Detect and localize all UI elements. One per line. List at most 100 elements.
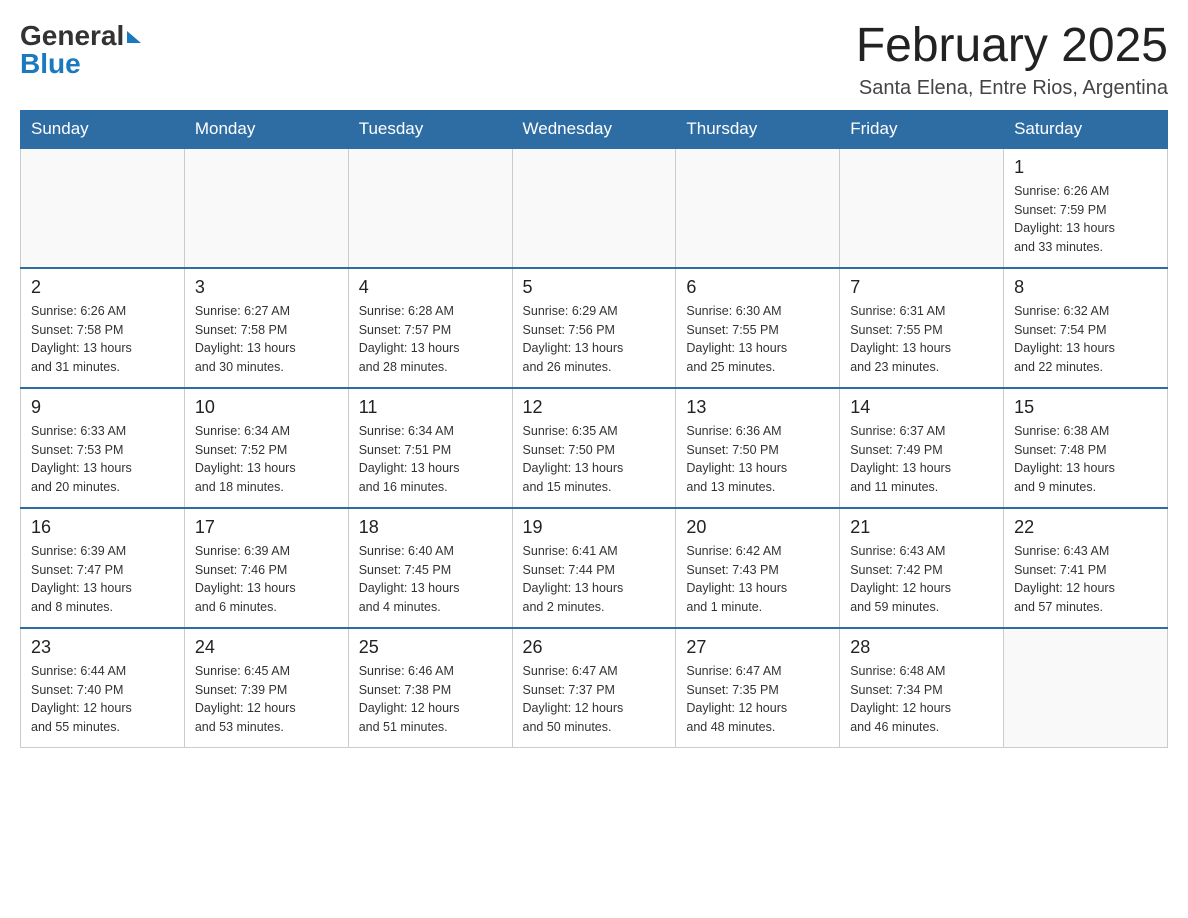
day-number: 20 xyxy=(686,517,829,538)
day-number: 28 xyxy=(850,637,993,658)
day-info: Sunrise: 6:34 AM Sunset: 7:52 PM Dayligh… xyxy=(195,422,338,497)
week-row-3: 9 Sunrise: 6:33 AM Sunset: 7:53 PM Daylig… xyxy=(21,388,1168,508)
day-info: Sunrise: 6:48 AM Sunset: 7:34 PM Dayligh… xyxy=(850,662,993,737)
calendar-cell: 9 Sunrise: 6:33 AM Sunset: 7:53 PM Daylig… xyxy=(21,388,185,508)
calendar-cell xyxy=(512,148,676,268)
calendar-cell: 23 Sunrise: 6:44 AM Sunset: 7:40 PM Dayli… xyxy=(21,628,185,748)
month-title: February 2025 xyxy=(856,20,1168,73)
day-number: 21 xyxy=(850,517,993,538)
day-info: Sunrise: 6:28 AM Sunset: 7:57 PM Dayligh… xyxy=(359,302,502,377)
page-header: General Blue February 2025 Santa Elena, … xyxy=(20,20,1168,100)
day-info: Sunrise: 6:40 AM Sunset: 7:45 PM Dayligh… xyxy=(359,542,502,617)
logo-arrow-icon xyxy=(127,31,141,43)
day-number: 6 xyxy=(686,277,829,298)
calendar-cell xyxy=(676,148,840,268)
day-number: 3 xyxy=(195,277,338,298)
day-number: 7 xyxy=(850,277,993,298)
day-info: Sunrise: 6:33 AM Sunset: 7:53 PM Dayligh… xyxy=(31,422,174,497)
day-info: Sunrise: 6:27 AM Sunset: 7:58 PM Dayligh… xyxy=(195,302,338,377)
week-row-4: 16 Sunrise: 6:39 AM Sunset: 7:47 PM Dayli… xyxy=(21,508,1168,628)
week-row-5: 23 Sunrise: 6:44 AM Sunset: 7:40 PM Dayli… xyxy=(21,628,1168,748)
day-info: Sunrise: 6:29 AM Sunset: 7:56 PM Dayligh… xyxy=(523,302,666,377)
day-number: 19 xyxy=(523,517,666,538)
day-number: 9 xyxy=(31,397,174,418)
calendar-cell xyxy=(184,148,348,268)
day-number: 4 xyxy=(359,277,502,298)
weekday-header-tuesday: Tuesday xyxy=(348,110,512,148)
calendar-cell: 10 Sunrise: 6:34 AM Sunset: 7:52 PM Dayli… xyxy=(184,388,348,508)
week-row-2: 2 Sunrise: 6:26 AM Sunset: 7:58 PM Daylig… xyxy=(21,268,1168,388)
location-title: Santa Elena, Entre Rios, Argentina xyxy=(856,77,1168,100)
weekday-header-row: SundayMondayTuesdayWednesdayThursdayFrid… xyxy=(21,110,1168,148)
calendar-cell: 12Sunrise: 6:35 AM Sunset: 7:50 PM Dayli… xyxy=(512,388,676,508)
day-number: 14 xyxy=(850,397,993,418)
day-info: Sunrise: 6:44 AM Sunset: 7:40 PM Dayligh… xyxy=(31,662,174,737)
title-section: February 2025 Santa Elena, Entre Rios, A… xyxy=(856,20,1168,100)
weekday-header-saturday: Saturday xyxy=(1004,110,1168,148)
day-info: Sunrise: 6:26 AM Sunset: 7:59 PM Dayligh… xyxy=(1014,182,1157,257)
day-info: Sunrise: 6:26 AM Sunset: 7:58 PM Dayligh… xyxy=(31,302,174,377)
weekday-header-monday: Monday xyxy=(184,110,348,148)
calendar-cell: 6 Sunrise: 6:30 AM Sunset: 7:55 PM Daylig… xyxy=(676,268,840,388)
calendar-cell: 18Sunrise: 6:40 AM Sunset: 7:45 PM Dayli… xyxy=(348,508,512,628)
calendar-cell: 19 Sunrise: 6:41 AM Sunset: 7:44 PM Dayli… xyxy=(512,508,676,628)
day-info: Sunrise: 6:42 AM Sunset: 7:43 PM Dayligh… xyxy=(686,542,829,617)
calendar-cell: 26Sunrise: 6:47 AM Sunset: 7:37 PM Dayli… xyxy=(512,628,676,748)
calendar-cell: 13Sunrise: 6:36 AM Sunset: 7:50 PM Dayli… xyxy=(676,388,840,508)
day-number: 10 xyxy=(195,397,338,418)
day-number: 5 xyxy=(523,277,666,298)
day-info: Sunrise: 6:47 AM Sunset: 7:35 PM Dayligh… xyxy=(686,662,829,737)
week-row-1: 1 Sunrise: 6:26 AM Sunset: 7:59 PM Daylig… xyxy=(21,148,1168,268)
calendar-cell xyxy=(1004,628,1168,748)
day-number: 8 xyxy=(1014,277,1157,298)
day-info: Sunrise: 6:39 AM Sunset: 7:47 PM Dayligh… xyxy=(31,542,174,617)
day-info: Sunrise: 6:43 AM Sunset: 7:41 PM Dayligh… xyxy=(1014,542,1157,617)
day-info: Sunrise: 6:38 AM Sunset: 7:48 PM Dayligh… xyxy=(1014,422,1157,497)
day-info: Sunrise: 6:45 AM Sunset: 7:39 PM Dayligh… xyxy=(195,662,338,737)
day-info: Sunrise: 6:41 AM Sunset: 7:44 PM Dayligh… xyxy=(523,542,666,617)
day-number: 25 xyxy=(359,637,502,658)
day-info: Sunrise: 6:32 AM Sunset: 7:54 PM Dayligh… xyxy=(1014,302,1157,377)
day-number: 24 xyxy=(195,637,338,658)
day-info: Sunrise: 6:46 AM Sunset: 7:38 PM Dayligh… xyxy=(359,662,502,737)
logo: General Blue xyxy=(20,20,141,80)
calendar-cell: 21 Sunrise: 6:43 AM Sunset: 7:42 PM Dayli… xyxy=(840,508,1004,628)
day-number: 1 xyxy=(1014,157,1157,178)
day-info: Sunrise: 6:31 AM Sunset: 7:55 PM Dayligh… xyxy=(850,302,993,377)
calendar-cell: 1 Sunrise: 6:26 AM Sunset: 7:59 PM Daylig… xyxy=(1004,148,1168,268)
calendar-cell: 8 Sunrise: 6:32 AM Sunset: 7:54 PM Daylig… xyxy=(1004,268,1168,388)
calendar-cell: 27 Sunrise: 6:47 AM Sunset: 7:35 PM Dayli… xyxy=(676,628,840,748)
calendar-cell: 4 Sunrise: 6:28 AM Sunset: 7:57 PM Daylig… xyxy=(348,268,512,388)
calendar-cell: 15 Sunrise: 6:38 AM Sunset: 7:48 PM Dayli… xyxy=(1004,388,1168,508)
day-number: 15 xyxy=(1014,397,1157,418)
day-info: Sunrise: 6:47 AM Sunset: 7:37 PM Dayligh… xyxy=(523,662,666,737)
calendar-cell: 3 Sunrise: 6:27 AM Sunset: 7:58 PM Daylig… xyxy=(184,268,348,388)
day-number: 22 xyxy=(1014,517,1157,538)
calendar-cell: 24 Sunrise: 6:45 AM Sunset: 7:39 PM Dayli… xyxy=(184,628,348,748)
day-number: 2 xyxy=(31,277,174,298)
weekday-header-wednesday: Wednesday xyxy=(512,110,676,148)
calendar-cell: 5 Sunrise: 6:29 AM Sunset: 7:56 PM Daylig… xyxy=(512,268,676,388)
day-info: Sunrise: 6:30 AM Sunset: 7:55 PM Dayligh… xyxy=(686,302,829,377)
calendar-table: SundayMondayTuesdayWednesdayThursdayFrid… xyxy=(20,110,1168,749)
weekday-header-sunday: Sunday xyxy=(21,110,185,148)
day-number: 11 xyxy=(359,397,502,418)
day-info: Sunrise: 6:37 AM Sunset: 7:49 PM Dayligh… xyxy=(850,422,993,497)
day-info: Sunrise: 6:43 AM Sunset: 7:42 PM Dayligh… xyxy=(850,542,993,617)
weekday-header-friday: Friday xyxy=(840,110,1004,148)
day-info: Sunrise: 6:39 AM Sunset: 7:46 PM Dayligh… xyxy=(195,542,338,617)
day-number: 16 xyxy=(31,517,174,538)
day-number: 23 xyxy=(31,637,174,658)
day-info: Sunrise: 6:35 AM Sunset: 7:50 PM Dayligh… xyxy=(523,422,666,497)
calendar-cell: 17Sunrise: 6:39 AM Sunset: 7:46 PM Dayli… xyxy=(184,508,348,628)
day-info: Sunrise: 6:34 AM Sunset: 7:51 PM Dayligh… xyxy=(359,422,502,497)
calendar-cell: 14 Sunrise: 6:37 AM Sunset: 7:49 PM Dayli… xyxy=(840,388,1004,508)
calendar-cell: 25 Sunrise: 6:46 AM Sunset: 7:38 PM Dayli… xyxy=(348,628,512,748)
calendar-cell: 28 Sunrise: 6:48 AM Sunset: 7:34 PM Dayli… xyxy=(840,628,1004,748)
weekday-header-thursday: Thursday xyxy=(676,110,840,148)
day-number: 13 xyxy=(686,397,829,418)
logo-blue-text: Blue xyxy=(20,48,141,80)
calendar-cell: 16 Sunrise: 6:39 AM Sunset: 7:47 PM Dayli… xyxy=(21,508,185,628)
calendar-cell xyxy=(21,148,185,268)
day-number: 27 xyxy=(686,637,829,658)
